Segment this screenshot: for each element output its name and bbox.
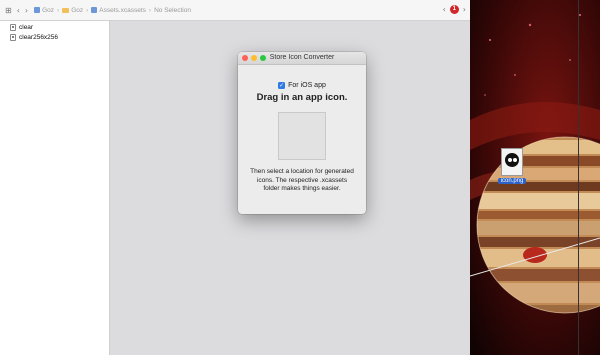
- breadcrumb: Goz › Goz › Assets.xcassets › No Selecti…: [34, 7, 191, 14]
- zoom-button[interactable]: [260, 55, 266, 61]
- desktop-file-icon[interactable]: icon.png: [496, 148, 528, 184]
- asset-catalog-icon: [91, 7, 98, 13]
- icon-drop-well[interactable]: [278, 112, 326, 160]
- folder-icon: [62, 7, 70, 13]
- breadcrumb-separator: ›: [148, 6, 152, 14]
- image-set-icon: [10, 23, 16, 31]
- page-title: Drag in an app icon.: [256, 92, 348, 103]
- toolbar-right: ‹ 1 ›: [443, 5, 466, 14]
- divider: [578, 0, 579, 355]
- image-set-icon: [10, 33, 16, 41]
- minimize-button[interactable]: [251, 55, 257, 61]
- ios-app-option[interactable]: ✓ For iOS app: [238, 82, 366, 89]
- ios-app-checkbox-label: For iOS app: [288, 82, 326, 89]
- chevron-left-icon[interactable]: ‹: [17, 6, 20, 15]
- instructions-text: Then select a location for generated ico…: [250, 168, 354, 192]
- breadcrumb-project[interactable]: Goz: [34, 7, 54, 14]
- list-item[interactable]: clear256x256: [0, 32, 109, 42]
- store-icon-converter-window: Store Icon Converter ✓ For iOS app Drag …: [238, 52, 366, 214]
- error-badge[interactable]: 1: [449, 5, 459, 14]
- chevron-left-icon[interactable]: ‹: [443, 5, 446, 14]
- ios-app-checkbox[interactable]: ✓: [278, 82, 286, 89]
- file-name: icon.png: [497, 178, 527, 184]
- jump-bar: ⊞ ‹ › Goz › Goz › Assets.xcassets › No S…: [0, 0, 470, 21]
- breadcrumb-separator: ›: [57, 6, 60, 14]
- chevron-right-icon[interactable]: ›: [463, 5, 466, 14]
- breadcrumb-assets[interactable]: Assets.xcassets: [91, 7, 146, 14]
- jupiter-wallpaper-image: [470, 0, 600, 355]
- panda-image: [505, 153, 519, 167]
- file-thumbnail: [501, 148, 523, 176]
- title-bar[interactable]: Store Icon Converter: [238, 52, 366, 65]
- chevron-right-icon[interactable]: ›: [25, 6, 28, 15]
- project-icon: [34, 7, 41, 13]
- asset-list: clear clear256x256: [0, 21, 110, 355]
- breadcrumb-folder[interactable]: Goz: [62, 7, 83, 14]
- breadcrumb-separator: ›: [86, 6, 89, 14]
- breadcrumb-selection[interactable]: No Selection: [154, 7, 191, 14]
- desktop-wallpaper: [470, 0, 600, 355]
- list-item[interactable]: clear: [0, 22, 109, 32]
- xcode-window: ⊞ ‹ › Goz › Goz › Assets.xcassets › No S…: [0, 0, 470, 355]
- close-button[interactable]: [242, 55, 248, 61]
- grid-icon[interactable]: ⊞: [5, 6, 12, 15]
